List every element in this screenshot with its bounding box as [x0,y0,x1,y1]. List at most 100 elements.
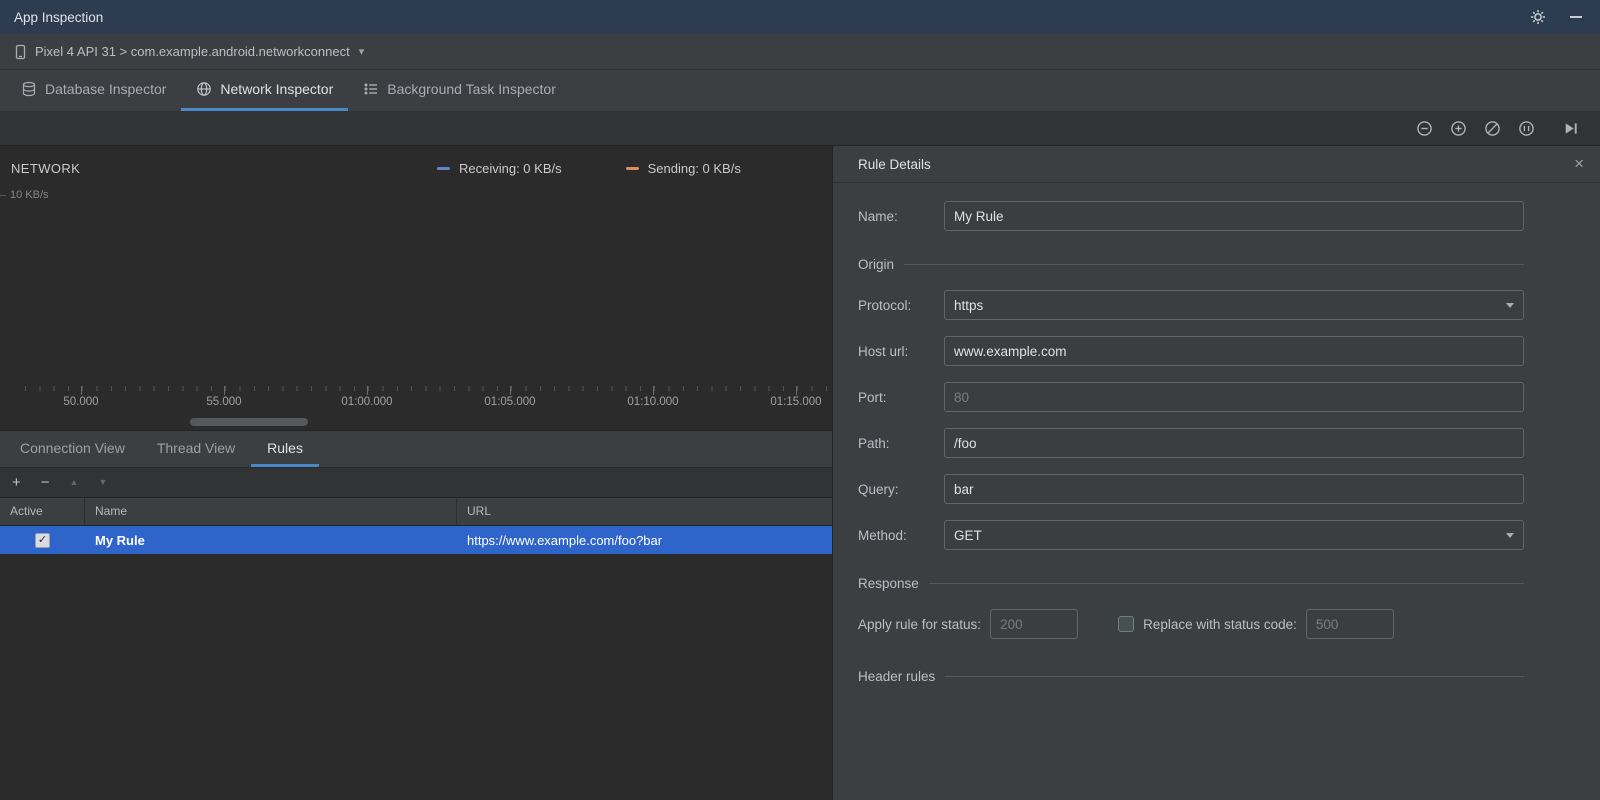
task-list-icon [363,81,379,97]
rule-active-cell: ✓ [0,532,85,548]
tab-label: Database Inspector [45,81,167,97]
rules-toolbar: + − ▲ ▼ [0,468,832,498]
titlebar-actions [1528,7,1586,27]
app-inspection-window: App Inspection Pixel 4 API 31 > com.exam… [0,0,1600,800]
column-header-name[interactable]: Name [85,498,457,525]
main-content: NETWORK 10 KB/s Receiving: 0 KB/s Sendin… [0,146,1600,800]
rule-table-row[interactable]: ✓ My Rule https://www.example.com/foo?ba… [0,526,832,554]
zoom-in-icon[interactable] [1448,119,1468,139]
column-header-url[interactable]: URL [457,498,832,525]
check-icon: ✓ [37,533,48,546]
receiving-color-swatch [437,167,450,170]
minimize-icon[interactable] [1566,7,1586,27]
path-input[interactable] [944,428,1524,458]
legend-item-sending: Sending: 0 KB/s [625,161,741,176]
axis-tick-label: 01:00.000 [341,396,393,408]
rules-table-header: Active Name URL [0,498,832,526]
device-icon [12,44,28,60]
host-label: Host url: [858,343,909,359]
axis-major-tick [653,386,654,395]
query-row: Query: [858,474,1524,504]
add-rule-button[interactable]: + [12,475,21,490]
tab-database-inspector[interactable]: Database Inspector [6,70,181,111]
column-header-active[interactable]: Active [0,498,85,525]
port-label: Port: [858,389,887,405]
rule-name-cell[interactable]: My Rule [85,533,457,548]
apply-status-label: Apply rule for status: [858,616,982,632]
tab-label: Network Inspector [220,81,334,97]
origin-section-label: Origin [858,257,895,272]
timeline-toolbar [0,112,1600,146]
y-axis-label: 10 KB/s [10,189,49,201]
tab-label: Background Task Inspector [387,81,556,97]
minor-ticks [25,386,832,391]
legend-label: Receiving: 0 KB/s [459,161,562,176]
path-row: Path: [858,428,1524,458]
rule-active-checkbox[interactable]: ✓ [35,532,50,548]
origin-section: Origin [858,257,1524,272]
tab-connection-view[interactable]: Connection View [4,431,141,467]
name-input[interactable] [944,201,1524,231]
chart-legend: Receiving: 0 KB/s Sending: 0 KB/s [437,161,741,176]
chevron-down-icon [1506,302,1514,308]
panel-title: Rule Details [858,156,931,172]
tab-label: Thread View [156,439,236,456]
tab-background-task-inspector[interactable]: Background Task Inspector [348,70,571,111]
replace-status-input[interactable] [1305,609,1394,639]
axis-major-tick [81,386,82,395]
tab-network-inspector[interactable]: Network Inspector [181,70,349,111]
section-divider [945,676,1524,677]
section-divider [928,583,1524,584]
tab-label: Connection View [20,439,125,456]
protocol-select[interactable]: https [944,290,1524,320]
rule-url-cell[interactable]: https://www.example.com/foo?bar [457,533,832,548]
zoom-out-icon[interactable] [1414,119,1434,139]
view-tab-bar: Connection View Thread View Rules [0,430,832,468]
remove-rule-button[interactable]: − [41,475,50,490]
network-inspector-pane: NETWORK 10 KB/s Receiving: 0 KB/s Sendin… [0,146,832,800]
replace-status-checkbox[interactable] [1118,616,1135,632]
status-row: Apply rule for status: Replace with stat… [858,609,1524,639]
rules-table-empty-area [0,554,832,800]
tab-label: Rules [267,439,303,456]
close-icon[interactable]: × [1574,154,1584,174]
query-label: Query: [858,481,899,497]
database-icon [21,81,37,97]
timeline-scrollbar [0,414,832,430]
tab-thread-view[interactable]: Thread View [141,431,251,467]
rule-details-form: Name: Origin Protocol: https Host url: [833,183,1600,702]
axis-tick-label: 01:05.000 [484,396,536,408]
process-selector[interactable]: Pixel 4 API 31 > com.example.android.net… [35,44,350,59]
method-select[interactable]: GET [944,520,1524,550]
tab-rules[interactable]: Rules [251,431,319,467]
axis-tick-label: 01:10.000 [627,396,679,408]
header-rules-section: Header rules [858,669,1524,684]
legend-item-receiving: Receiving: 0 KB/s [437,161,562,176]
axis-tick-label: 01:15.000 [770,396,822,408]
move-down-button[interactable]: ▼ [98,478,107,487]
scrollbar-thumb[interactable] [190,418,308,426]
move-up-button[interactable]: ▲ [70,478,79,487]
window-title: App Inspection [14,9,104,25]
globe-icon [196,81,212,97]
method-label: Method: [858,527,907,543]
axis-tick-label: 50.000 [63,396,99,408]
response-section-label: Response [858,576,919,591]
axis-major-tick [796,386,797,395]
status-code-input[interactable] [990,609,1079,639]
process-selector-bar: Pixel 4 API 31 > com.example.android.net… [0,34,1600,70]
y-axis-tick [0,195,6,196]
zoom-to-selection-icon[interactable] [1516,119,1536,139]
port-input[interactable] [944,382,1524,412]
reset-zoom-icon[interactable] [1482,119,1502,139]
method-value: GET [954,527,982,543]
chevron-down-icon[interactable]: ▾ [359,45,365,58]
settings-gear-icon[interactable] [1528,7,1548,27]
query-input[interactable] [944,474,1524,504]
host-url-input[interactable] [944,336,1524,366]
axis-major-tick [224,386,225,395]
method-row: Method: GET [858,520,1524,550]
name-label: Name: [858,208,898,224]
timeline-axis: 50.000 55.000 01:00.000 01:05.000 01:10.000 0… [0,386,832,414]
go-live-icon[interactable] [1560,119,1580,139]
